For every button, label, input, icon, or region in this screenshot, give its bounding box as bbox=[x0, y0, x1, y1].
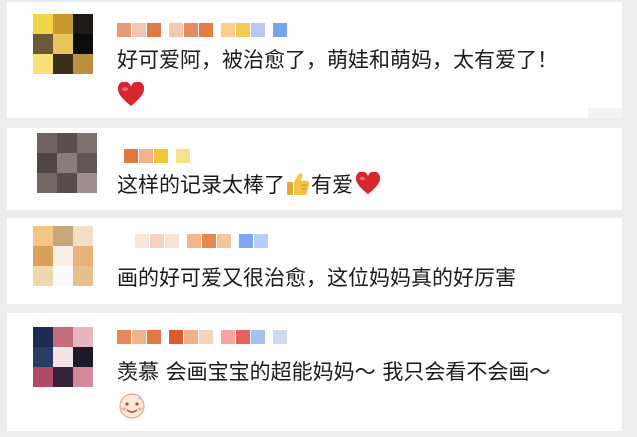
avatar-mosaic-block bbox=[73, 367, 93, 387]
username-mosaic-block bbox=[117, 330, 131, 344]
sweat-smile-emoji bbox=[119, 393, 145, 419]
avatar-mosaic-block bbox=[73, 246, 93, 266]
username-mosaic-block bbox=[236, 330, 250, 344]
username-mosaic-block bbox=[221, 330, 235, 344]
username-mosaic-block bbox=[251, 330, 265, 344]
avatar-mosaic-block bbox=[33, 327, 53, 347]
avatar-mosaic-block bbox=[73, 34, 93, 54]
avatar-mosaic-block bbox=[53, 54, 73, 74]
avatar-mosaic-block bbox=[73, 327, 93, 347]
avatar-mosaic-block bbox=[33, 347, 53, 367]
username-mosaic-block bbox=[187, 234, 201, 248]
username-mosaic-block bbox=[169, 330, 183, 344]
avatar[interactable] bbox=[33, 226, 93, 286]
emoji-row bbox=[117, 390, 147, 424]
username-mosaic-block bbox=[147, 23, 161, 37]
card-edge bbox=[588, 108, 622, 118]
avatar-mosaic-block bbox=[33, 54, 53, 74]
avatar-mosaic-block bbox=[37, 173, 57, 193]
username-mosaic-block bbox=[147, 330, 161, 344]
avatar-mosaic-block bbox=[37, 133, 57, 153]
avatar-mosaic-block bbox=[33, 246, 53, 266]
avatar-mosaic-block bbox=[53, 34, 73, 54]
avatar-mosaic-block bbox=[77, 173, 97, 193]
avatar-mosaic-block bbox=[73, 266, 93, 286]
avatar-mosaic-block bbox=[33, 266, 53, 286]
heart-emoji bbox=[117, 81, 145, 106]
avatar-mosaic-block bbox=[57, 153, 77, 173]
avatar-mosaic-block bbox=[53, 226, 73, 246]
avatar-mosaic-block bbox=[73, 226, 93, 246]
username-mosaic-block bbox=[273, 330, 287, 344]
username-mosaic-block bbox=[117, 23, 131, 37]
comment-text: 好可爱阿，被治愈了，萌娃和萌妈，太有爱了！ bbox=[117, 48, 558, 72]
avatar-mosaic-block bbox=[73, 54, 93, 74]
username-mosaic-block bbox=[199, 330, 213, 344]
username-mosaic-block bbox=[150, 234, 164, 248]
avatar-mosaic-block bbox=[53, 14, 73, 34]
avatar-mosaic-block bbox=[53, 347, 73, 367]
thumbs-up-emoji bbox=[287, 173, 310, 195]
heart-emoji bbox=[355, 171, 381, 195]
comment-card: 羡慕 会画宝宝的超能妈妈～ 我只会看不会画～ bbox=[7, 313, 622, 431]
username-mosaic-block bbox=[221, 23, 235, 37]
avatar-mosaic-block bbox=[53, 367, 73, 387]
avatar-mosaic-block bbox=[77, 133, 97, 153]
comment-card: 画的好可爱又很治愈，这位妈妈真的好厉害 bbox=[7, 218, 622, 304]
username-mosaic-block bbox=[236, 23, 250, 37]
username-mosaic-block bbox=[202, 234, 216, 248]
username-mosaic-block bbox=[184, 23, 198, 37]
username-mosaic-block bbox=[124, 149, 138, 163]
avatar[interactable] bbox=[37, 133, 97, 193]
comment-text-row: 这样的记录太棒了 有爱 bbox=[117, 171, 381, 199]
avatar-mosaic-block bbox=[73, 347, 93, 367]
username-mosaic-block bbox=[251, 23, 265, 37]
comment-text: 羡慕 会画宝宝的超能妈妈～ 我只会看不会画～ bbox=[117, 360, 551, 384]
avatar-mosaic-block bbox=[73, 14, 93, 34]
username-mosaic-block bbox=[239, 234, 253, 248]
comment-text-tail: 有爱 bbox=[311, 173, 353, 197]
avatar-mosaic-block bbox=[53, 266, 73, 286]
emoji-row bbox=[117, 81, 145, 112]
username-mosaic-block bbox=[169, 23, 183, 37]
comment-text: 这样的记录太棒了 bbox=[117, 173, 285, 197]
username-pixelated[interactable] bbox=[117, 23, 288, 37]
avatar-mosaic-block bbox=[57, 173, 77, 193]
avatar-mosaic-block bbox=[33, 226, 53, 246]
username-mosaic-block bbox=[273, 23, 287, 37]
username-mosaic-block bbox=[139, 149, 153, 163]
comment-text: 画的好可爱又很治愈，这位妈妈真的好厉害 bbox=[117, 266, 516, 290]
comment-card: 好可爱阿，被治愈了，萌娃和萌妈，太有爱了！ bbox=[7, 2, 622, 118]
username-mosaic-block bbox=[176, 149, 190, 163]
username-pixelated[interactable] bbox=[135, 234, 269, 248]
username-mosaic-block bbox=[199, 23, 213, 37]
avatar-mosaic-block bbox=[57, 133, 77, 153]
username-mosaic-block bbox=[132, 23, 146, 37]
username-mosaic-block bbox=[154, 149, 168, 163]
avatar-mosaic-block bbox=[33, 14, 53, 34]
comment-card: 这样的记录太棒了 有爱 bbox=[7, 128, 622, 210]
avatar[interactable] bbox=[33, 327, 93, 387]
avatar-mosaic-block bbox=[53, 246, 73, 266]
username-pixelated[interactable] bbox=[117, 330, 288, 344]
username-mosaic-block bbox=[184, 330, 198, 344]
username-mosaic-block bbox=[132, 330, 146, 344]
avatar[interactable] bbox=[33, 14, 93, 74]
username-mosaic-block bbox=[135, 234, 149, 248]
username-mosaic-block bbox=[165, 234, 179, 248]
avatar-mosaic-block bbox=[33, 367, 53, 387]
avatar-mosaic-block bbox=[37, 153, 57, 173]
avatar-mosaic-block bbox=[33, 34, 53, 54]
avatar-mosaic-block bbox=[53, 327, 73, 347]
username-mosaic-block bbox=[254, 234, 268, 248]
avatar-mosaic-block bbox=[77, 153, 97, 173]
username-pixelated[interactable] bbox=[124, 149, 191, 163]
username-mosaic-block bbox=[217, 234, 231, 248]
